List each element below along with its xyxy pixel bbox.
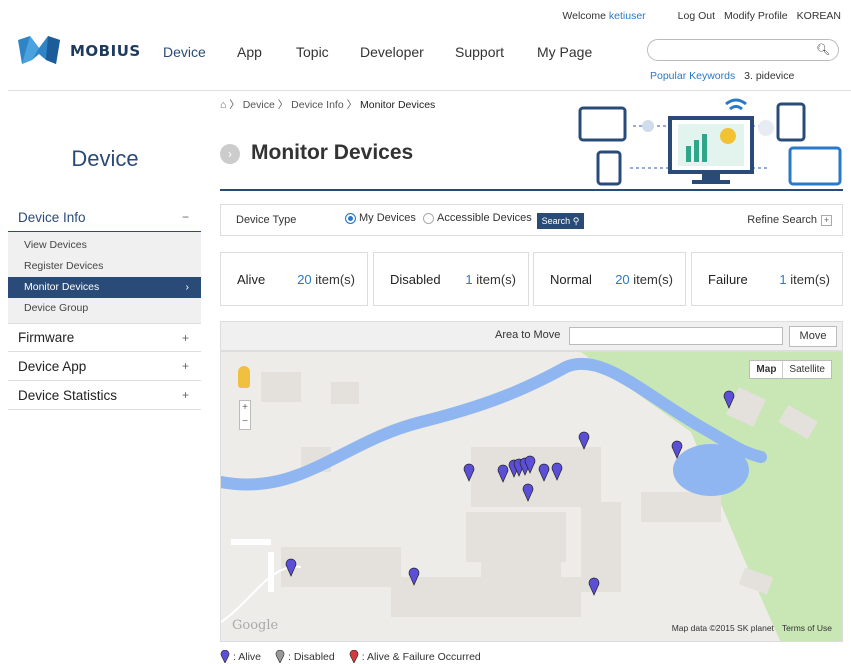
stat-alive: Alive 20 item(s) (220, 252, 368, 306)
logout-link[interactable]: Log Out (678, 10, 715, 22)
sidebar-item-firmware[interactable]: Firmware + (8, 323, 201, 352)
expand-icon[interactable]: + (182, 331, 189, 345)
stat-failure: Failure 1 item(s) (691, 252, 843, 306)
expand-icon[interactable]: + (182, 359, 189, 373)
zoom-control: + − (239, 400, 251, 430)
chevron-right-icon: › (185, 281, 190, 293)
breadcrumb-current: Monitor Devices (360, 99, 436, 111)
welcome-text: Welcome ketiuser (562, 10, 646, 22)
breadcrumb-device[interactable]: Device (243, 99, 275, 111)
nav-topic[interactable]: Topic (296, 44, 329, 60)
sidebar-submenu: View Devices Register Devices Monitor De… (8, 232, 201, 323)
device-type-label: Device Type (236, 214, 297, 226)
legend-disabled: : Disabled (275, 650, 335, 663)
username-link[interactable]: ketiuser (609, 10, 646, 22)
sidebar-item-device-info[interactable]: Device Info − (8, 203, 201, 232)
pin-icon (275, 650, 285, 663)
zoom-out-button[interactable]: − (240, 415, 250, 429)
map-attribution: Map data ©2015 SK planet Terms of Use (671, 623, 832, 633)
sidebar-item-device-statistics[interactable]: Device Statistics + (8, 381, 201, 410)
nav-support[interactable]: Support (455, 44, 504, 60)
expand-icon[interactable]: + (182, 388, 189, 402)
sidebar: Device Info − View Devices Register Devi… (8, 203, 201, 410)
collapse-icon[interactable]: − (182, 210, 189, 224)
breadcrumb: ⌂ 〉 Device 〉 Device Info 〉 Monitor Devic… (220, 99, 436, 111)
map-type-satellite[interactable]: Satellite (782, 361, 831, 378)
home-icon[interactable]: ⌂ (220, 99, 226, 111)
pin-icon (220, 650, 230, 663)
breadcrumb-device-info[interactable]: Device Info (291, 99, 344, 111)
map-type-control: Map Satellite (749, 360, 832, 379)
stat-normal: Normal 20 item(s) (533, 252, 686, 306)
legend-alive: : Alive (220, 650, 261, 663)
nav-developer[interactable]: Developer (360, 44, 424, 60)
language-link[interactable]: KOREAN (797, 10, 841, 22)
sidebar-subitem-register-devices[interactable]: Register Devices (8, 256, 201, 277)
stat-disabled: Disabled 1 item(s) (373, 252, 529, 306)
zoom-in-button[interactable]: + (240, 401, 250, 415)
mobius-logo-icon (18, 36, 60, 64)
popular-keyword-item[interactable]: 3. pidevice (744, 70, 794, 82)
modify-profile-link[interactable]: Modify Profile (724, 10, 788, 22)
devices-illustration (578, 98, 842, 186)
search-input[interactable]: 🔍︎ (647, 39, 839, 61)
popular-keywords: Popular Keywords 3. pidevice (650, 70, 794, 82)
legend-alive-failure: : Alive & Failure Occurred (349, 650, 481, 663)
search-icon: ⚲ (572, 216, 580, 226)
move-button[interactable]: Move (789, 326, 837, 347)
nav-mypage[interactable]: My Page (537, 44, 592, 60)
title-underline (220, 189, 843, 191)
nav-device[interactable]: Device (163, 44, 206, 60)
sidebar-subitem-view-devices[interactable]: View Devices (8, 235, 201, 256)
refine-search-toggle[interactable]: Refine Search + (747, 214, 832, 226)
title-chevron-icon: › (220, 144, 240, 164)
google-logo: Google (232, 618, 279, 633)
radio-accessible-devices[interactable]: Accessible Devices (423, 212, 532, 224)
plus-icon: + (821, 214, 832, 226)
search-icon[interactable]: 🔍︎ (816, 43, 830, 56)
radio-my-devices[interactable]: My Devices (345, 212, 416, 224)
sidebar-subitem-monitor-devices[interactable]: Monitor Devices › (8, 277, 201, 298)
street-view-pegman-icon[interactable] (238, 366, 250, 388)
device-filter-bar: Device Type My Devices Accessible Device… (220, 204, 843, 236)
device-map[interactable]: + − Map Satellite Google Map data ©2015 … (220, 351, 843, 642)
map-type-map[interactable]: Map (750, 361, 782, 378)
terms-of-use-link[interactable]: Terms of Use (782, 623, 832, 633)
map-canvas[interactable] (221, 352, 843, 642)
brand-logo[interactable]: MOBIUS (16, 34, 141, 68)
search-button[interactable]: Search ⚲ (537, 213, 584, 229)
map-legend: : Alive : Disabled : Alive & Failure Occ… (220, 650, 481, 663)
area-to-move-input[interactable] (569, 327, 783, 345)
area-to-move-label: Area to Move (495, 329, 561, 341)
sidebar-title: Device (71, 146, 139, 171)
brand-name: MOBIUS (70, 42, 141, 60)
pin-icon (349, 650, 359, 663)
utility-bar: Welcome ketiuser Log Out Modify Profile … (562, 10, 841, 22)
popular-keywords-label: Popular Keywords (650, 70, 736, 82)
area-move-bar: Area to Move Move (220, 321, 843, 351)
sidebar-item-device-app[interactable]: Device App + (8, 352, 201, 381)
sidebar-subitem-device-group[interactable]: Device Group (8, 298, 201, 319)
page-title: Monitor Devices (251, 141, 414, 164)
nav-app[interactable]: App (237, 44, 262, 60)
header-divider (8, 90, 851, 91)
